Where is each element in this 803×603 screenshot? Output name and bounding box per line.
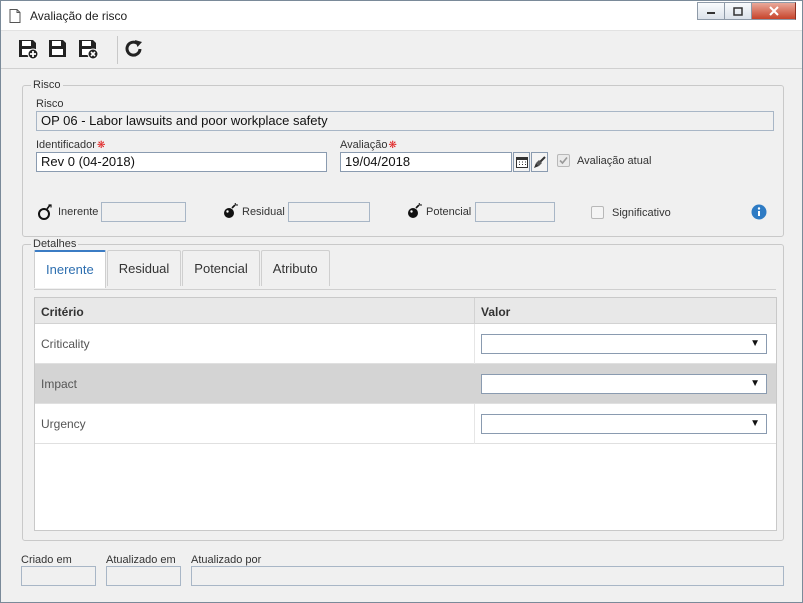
potencial-label: Potencial bbox=[426, 206, 472, 218]
refresh-icon bbox=[125, 40, 142, 57]
criterion-name: Impact bbox=[41, 377, 78, 391]
save-new-button[interactable] bbox=[15, 36, 41, 62]
cell-divider bbox=[474, 324, 475, 364]
residual-label: Residual bbox=[242, 206, 285, 218]
avaliacao-value: 19/04/2018 bbox=[345, 154, 411, 169]
save-close-button[interactable] bbox=[75, 36, 101, 62]
inherent-risk-icon bbox=[38, 204, 52, 223]
dropdown-arrow-icon: ▼ bbox=[750, 378, 760, 389]
table-row[interactable]: Criticality ▼ bbox=[35, 324, 776, 364]
window-controls bbox=[697, 2, 796, 20]
risco-field: OP 06 - Labor lawsuits and poor workplac… bbox=[36, 111, 774, 131]
inerente-field bbox=[101, 202, 186, 222]
calendar-button[interactable] bbox=[513, 152, 530, 172]
risco-legend: Risco bbox=[33, 79, 61, 91]
maximize-button[interactable] bbox=[724, 2, 751, 20]
identificador-value: Rev 0 (04-2018) bbox=[41, 154, 135, 169]
atualizado-em-field bbox=[106, 566, 181, 586]
criterion-name: Criticality bbox=[41, 337, 90, 351]
risco-value: OP 06 - Labor lawsuits and poor workplac… bbox=[41, 113, 328, 128]
tab-potencial[interactable]: Potencial bbox=[182, 250, 260, 286]
avaliacao-label-text: Avaliação bbox=[340, 139, 388, 151]
significativo-label: Significativo bbox=[612, 207, 671, 219]
toolbar bbox=[1, 32, 802, 69]
atualizado-por-label: Atualizado por bbox=[191, 554, 262, 566]
risco-label: Risco bbox=[36, 98, 64, 110]
info-icon[interactable] bbox=[751, 204, 767, 223]
column-header-criterio[interactable]: Critério bbox=[41, 305, 84, 319]
dropdown-arrow-icon: ▼ bbox=[750, 418, 760, 429]
column-header-valor[interactable]: Valor bbox=[481, 305, 510, 319]
criado-em-label: Criado em bbox=[21, 554, 72, 566]
save-button[interactable] bbox=[45, 36, 71, 62]
tab-residual[interactable]: Residual bbox=[106, 250, 182, 286]
cell-divider bbox=[474, 404, 475, 444]
column-divider bbox=[474, 298, 475, 324]
required-icon: ❋ bbox=[96, 140, 106, 151]
table-row[interactable]: Impact ▼ bbox=[35, 364, 776, 404]
tab-inerente[interactable]: Inerente bbox=[34, 250, 106, 288]
criterion-name: Urgency bbox=[41, 417, 86, 431]
document-icon bbox=[9, 9, 21, 26]
avaliacao-label: Avaliação❋ bbox=[340, 139, 397, 151]
avaliacao-date-input[interactable]: 19/04/2018 bbox=[340, 152, 512, 172]
tab-underline bbox=[34, 289, 776, 290]
maximize-icon bbox=[733, 6, 743, 16]
calendar-icon bbox=[515, 157, 528, 168]
close-button[interactable] bbox=[751, 2, 796, 20]
significativo-checkbox[interactable] bbox=[591, 206, 604, 219]
save-new-icon bbox=[19, 40, 39, 60]
close-icon bbox=[768, 6, 779, 16]
criteria-grid: Critério Valor Criticality ▼ Impact ▼ Ur… bbox=[34, 297, 777, 531]
required-icon: ❋ bbox=[388, 140, 397, 151]
grid-header: Critério Valor bbox=[35, 298, 776, 324]
detalhes-legend: Detalhes bbox=[33, 238, 77, 250]
urgency-select[interactable]: ▼ bbox=[481, 414, 767, 434]
toolbar-separator bbox=[117, 36, 118, 64]
window-title: Avaliação de risco bbox=[30, 9, 128, 23]
potential-risk-icon bbox=[406, 202, 422, 222]
table-row[interactable]: Urgency ▼ bbox=[35, 404, 776, 444]
brush-icon bbox=[534, 155, 546, 168]
atualizado-em-label: Atualizado em bbox=[106, 554, 176, 566]
residual-risk-icon bbox=[222, 202, 238, 222]
identificador-label-text: Identificador bbox=[36, 139, 96, 151]
atualizado-por-field bbox=[191, 566, 784, 586]
identificador-label: Identificador❋ bbox=[36, 139, 105, 151]
inerente-label: Inerente bbox=[58, 206, 99, 218]
identificador-input[interactable]: Rev 0 (04-2018) bbox=[36, 152, 327, 172]
refresh-button[interactable] bbox=[121, 36, 147, 62]
criado-em-field bbox=[21, 566, 96, 586]
window: Avaliação de risco Risco Risco OP 06 - L… bbox=[0, 0, 803, 603]
check-icon bbox=[559, 156, 568, 165]
save-icon bbox=[49, 40, 66, 57]
title-bar: Avaliação de risco bbox=[1, 1, 802, 31]
impact-select[interactable]: ▼ bbox=[481, 374, 767, 394]
minimize-icon bbox=[707, 12, 715, 14]
potencial-field bbox=[475, 202, 555, 222]
criticality-select[interactable]: ▼ bbox=[481, 334, 767, 354]
minimize-button[interactable] bbox=[697, 2, 724, 20]
avaliacao-atual-checkbox[interactable] bbox=[557, 154, 570, 167]
detalhes-tabs: Inerente Residual Potencial Atributo bbox=[34, 250, 331, 288]
clear-date-button[interactable] bbox=[531, 152, 548, 172]
save-close-icon bbox=[79, 40, 99, 60]
dropdown-arrow-icon: ▼ bbox=[750, 338, 760, 349]
tab-atributo[interactable]: Atributo bbox=[260, 250, 330, 286]
residual-field bbox=[288, 202, 370, 222]
avaliacao-atual-label: Avaliação atual bbox=[577, 155, 652, 167]
